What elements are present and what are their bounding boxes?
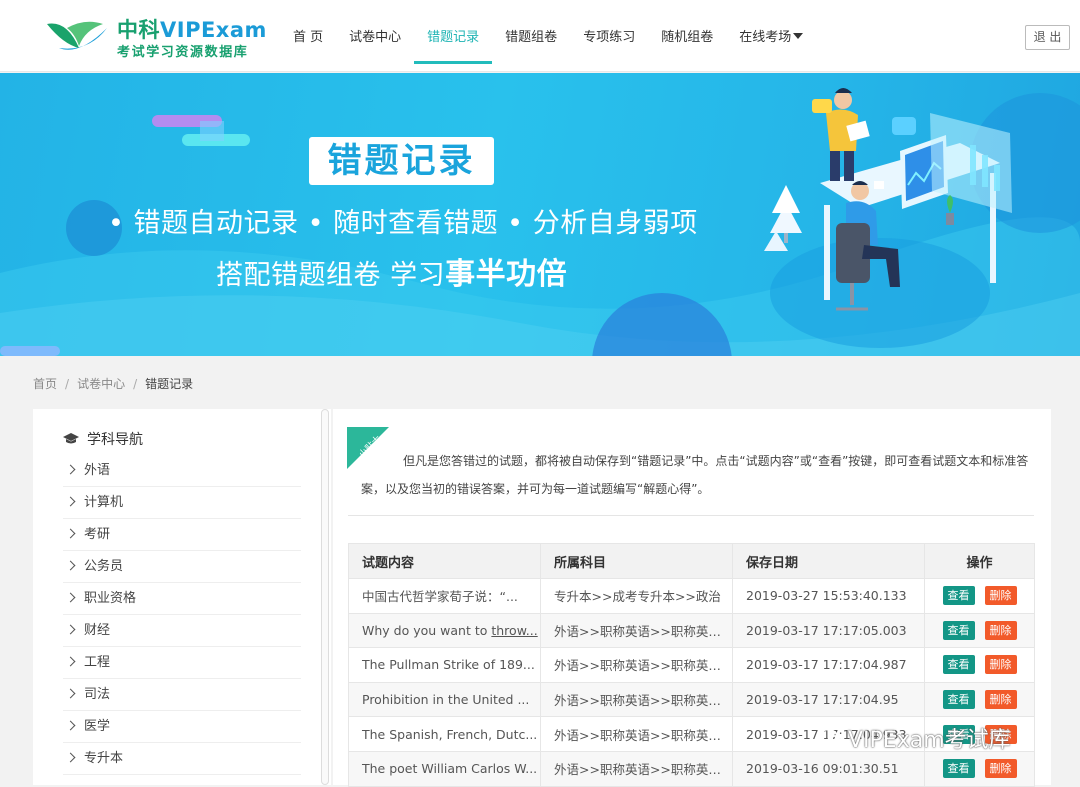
banner-title: 错题记录 xyxy=(309,137,494,185)
chevron-right-icon xyxy=(65,560,76,571)
chevron-right-icon xyxy=(65,720,76,731)
nav-home[interactable]: 首 页 xyxy=(280,0,336,72)
chevron-right-icon xyxy=(65,496,76,507)
date-cell: 2019-03-17 17:17:05.003 xyxy=(732,612,925,649)
column-header-date[interactable]: 保存日期 xyxy=(732,543,925,579)
subject-cell: 外语>>职称英语>>职称英语... xyxy=(540,681,733,718)
column-header-actions: 操作 xyxy=(924,543,1035,579)
watermark: VIPExam考试库 xyxy=(818,722,1011,754)
subject-cell: 专升本>>成考专升本>>政治 xyxy=(540,578,733,614)
sidebar-scrollbar[interactable] xyxy=(321,409,329,785)
view-button[interactable]: 查看 xyxy=(942,759,975,779)
top-header: 中科VIPExam 考试学习资源数据库 首 页 试卷中心 错题记录 错题组卷 专… xyxy=(0,0,1080,72)
logo[interactable]: 中科VIPExam 考试学习资源数据库 xyxy=(45,14,275,60)
view-button[interactable]: 查看 xyxy=(942,690,975,710)
logout-button[interactable]: 退 出 xyxy=(1025,25,1070,50)
question-content-link[interactable]: 中国古代哲学家荀子说：“... xyxy=(348,578,541,614)
table-row: The poet William Carlos W... 外语>>职称英语>>职… xyxy=(348,750,1035,787)
subject-cell: 外语>>职称英语>>职称英语... xyxy=(540,612,733,649)
caret-down-icon xyxy=(793,33,804,39)
sidebar-item-foreign-language[interactable]: 外语 xyxy=(63,455,301,487)
divider xyxy=(348,515,1034,516)
view-button[interactable]: 查看 xyxy=(942,586,975,606)
chevron-right-icon xyxy=(65,464,76,475)
breadcrumb: 首页 / 试卷中心 / 错题记录 xyxy=(33,375,193,392)
date-cell: 2019-03-17 17:17:04.987 xyxy=(732,647,925,683)
sidebar-item-computer[interactable]: 计算机 xyxy=(63,487,301,519)
breadcrumb-current: 错题记录 xyxy=(145,377,194,391)
nav-random-compose[interactable]: 随机组卷 xyxy=(648,0,726,72)
question-content-link[interactable]: Why do you want to throw... xyxy=(348,612,541,649)
breadcrumb-separator: / xyxy=(133,377,138,391)
breadcrumb-separator: / xyxy=(65,377,70,391)
table-row: 中国古代哲学家荀子说：“... 专升本>>成考专升本>>政治 2019-03-2… xyxy=(348,578,1035,614)
nav-online-exam[interactable]: 在线考场 xyxy=(726,0,816,72)
nav-online-exam-label: 在线考场 xyxy=(739,30,792,45)
question-content-link[interactable]: Prohibition in the United ... xyxy=(348,681,541,718)
question-content-link[interactable]: The Spanish, French, Dutc... xyxy=(348,716,541,752)
table-row: Prohibition in the United ... 外语>>职称英语>>… xyxy=(348,681,1035,718)
subject-cell: 外语>>职称英语>>职称英语... xyxy=(540,716,733,752)
subject-cell: 外语>>职称英语>>职称英语... xyxy=(540,647,733,683)
question-content-link[interactable]: The Pullman Strike of 189... xyxy=(348,647,541,683)
sidebar-item-postgraduate[interactable]: 考研 xyxy=(63,519,301,551)
graduation-cap-icon xyxy=(63,433,79,444)
wechat-icon xyxy=(818,728,844,749)
banner-slogan: 搭配错题组卷 学习事半功倍 xyxy=(216,257,568,292)
actions-cell: 查看 删除 xyxy=(924,612,1035,649)
main-nav: 首 页 试卷中心 错题记录 错题组卷 专项练习 随机组卷 在线考场 xyxy=(280,0,816,72)
date-cell: 2019-03-27 15:53:40.133 xyxy=(732,578,925,614)
banner-features: • 错题自动记录 • 随时查看错题 • 分析自身弱项 xyxy=(108,208,698,239)
chevron-right-icon xyxy=(65,688,76,699)
table-row: The Pullman Strike of 189... 外语>>职称英语>>职… xyxy=(348,647,1035,683)
sidebar-item-finance[interactable]: 财经 xyxy=(63,615,301,647)
chevron-right-icon xyxy=(65,528,76,539)
nav-wrong-compose[interactable]: 错题组卷 xyxy=(492,0,570,72)
sidebar-item-upgrade-degree[interactable]: 专升本 xyxy=(63,743,301,775)
table-row: Why do you want to throw... 外语>>职称英语>>职称… xyxy=(348,612,1035,649)
nav-paper-center[interactable]: 试卷中心 xyxy=(336,0,414,72)
sidebar-item-professional-qualification[interactable]: 职业资格 xyxy=(63,583,301,615)
logo-mark-icon xyxy=(47,21,107,50)
sidebar-item-medicine[interactable]: 医学 xyxy=(63,711,301,743)
chevron-right-icon xyxy=(65,592,76,603)
table-header-row: 试题内容 所属科目 保存日期 操作 xyxy=(348,543,1035,579)
sidebar-heading: 学科导航 xyxy=(63,429,143,449)
sidebar-item-law[interactable]: 司法 xyxy=(63,679,301,711)
delete-button[interactable]: 删除 xyxy=(984,620,1017,640)
breadcrumb-paper-center[interactable]: 试卷中心 xyxy=(77,377,125,391)
column-header-subject[interactable]: 所属科目 xyxy=(540,543,733,579)
delete-button[interactable]: 删除 xyxy=(984,759,1017,779)
date-cell: 2019-03-16 09:01:30.51 xyxy=(732,750,925,787)
logo-subtitle: 考试学习资源数据库 xyxy=(117,45,249,60)
actions-cell: 查看 删除 xyxy=(924,681,1035,718)
tip-text: 但凡是您答错过的试题，都将被自动保存到“错题记录”中。点击“试题内容”或“查看”… xyxy=(361,454,1029,496)
actions-cell: 查看 删除 xyxy=(924,578,1035,614)
breadcrumb-home[interactable]: 首页 xyxy=(33,377,57,391)
date-cell: 2019-03-17 17:17:04.95 xyxy=(732,681,925,718)
question-content-link[interactable]: The poet William Carlos W... xyxy=(348,750,541,787)
actions-cell: 查看 删除 xyxy=(924,647,1035,683)
chevron-right-icon xyxy=(65,752,76,763)
actions-cell: 查看 删除 xyxy=(924,750,1035,787)
delete-button[interactable]: 删除 xyxy=(984,655,1017,675)
subject-sidebar: 学科导航 外语 计算机 考研 公务员 职业资格 财经 工程 司法 医学 专升本 xyxy=(33,409,331,785)
subject-list: 外语 计算机 考研 公务员 职业资格 财经 工程 司法 医学 专升本 xyxy=(63,455,301,775)
subject-cell: 外语>>职称英语>>职称英语... xyxy=(540,750,733,787)
sidebar-item-engineering[interactable]: 工程 xyxy=(63,647,301,679)
hero-banner: 错题记录 • 错题自动记录 • 随时查看错题 • 分析自身弱项 搭配错题组卷 学… xyxy=(0,73,1080,356)
sidebar-item-civil-servant[interactable]: 公务员 xyxy=(63,551,301,583)
delete-button[interactable]: 删除 xyxy=(984,690,1017,710)
nav-special-practice[interactable]: 专项练习 xyxy=(570,0,648,72)
view-button[interactable]: 查看 xyxy=(942,620,975,640)
nav-wrong-records[interactable]: 错题记录 xyxy=(414,0,493,72)
delete-button[interactable]: 删除 xyxy=(984,586,1017,606)
column-header-content[interactable]: 试题内容 xyxy=(348,543,541,579)
logo-title: 中科VIPExam xyxy=(117,18,267,42)
chevron-right-icon xyxy=(65,656,76,667)
view-button[interactable]: 查看 xyxy=(942,655,975,675)
chevron-right-icon xyxy=(65,624,76,635)
